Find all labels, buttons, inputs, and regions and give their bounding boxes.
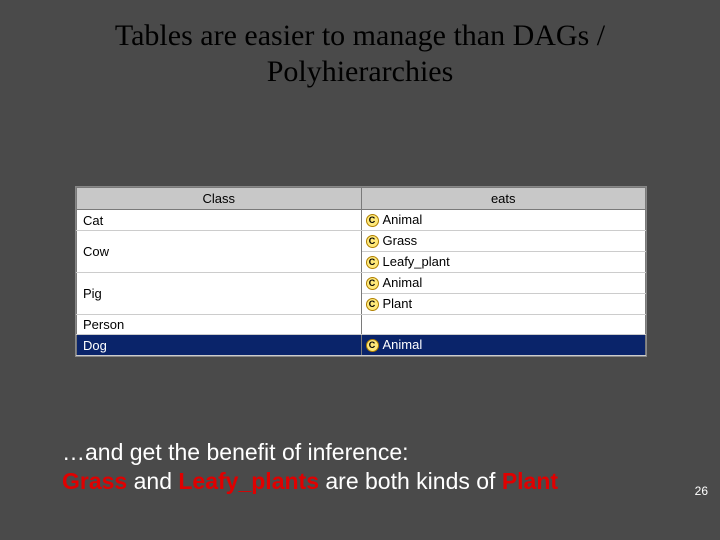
class-icon: C — [366, 235, 379, 248]
table-row[interactable]: Cow C Grass — [77, 231, 646, 252]
class-cell: Cat — [77, 210, 362, 231]
eats-value: Grass — [383, 233, 418, 249]
class-cell: Person — [77, 315, 362, 335]
eats-cell: C Grass — [361, 231, 646, 252]
footer-text: …and get the benefit of inference: Grass… — [62, 438, 690, 496]
footer-lead: …and get the benefit of inference: — [62, 439, 409, 465]
class-icon: C — [366, 339, 379, 352]
eats-cell: C Leafy_plant — [361, 252, 646, 273]
column-header-class[interactable]: Class — [77, 188, 362, 210]
eats-value: Plant — [383, 296, 413, 312]
table-row[interactable]: Cat C Animal — [77, 210, 646, 231]
table-row[interactable]: Person — [77, 315, 646, 335]
class-cell: Pig — [77, 273, 362, 315]
footer-and: and — [127, 468, 178, 494]
class-cell: Cow — [77, 231, 362, 273]
footer-plant: Plant — [502, 468, 558, 494]
column-header-eats[interactable]: eats — [361, 188, 646, 210]
slide-title: Tables are easier to manage than DAGs / … — [0, 0, 720, 90]
page-number: 26 — [695, 484, 708, 498]
footer-mid: are both kinds of — [319, 468, 502, 494]
title-line-1: Tables are easier to manage than DAGs / — [115, 19, 605, 52]
eats-cell — [361, 315, 646, 335]
footer-grass: Grass — [62, 468, 127, 494]
eats-cell: C Animal — [361, 335, 646, 356]
class-icon: C — [366, 277, 379, 290]
eats-value: Animal — [383, 212, 423, 228]
table-row[interactable]: Dog C Animal — [77, 335, 646, 356]
eats-value: Animal — [383, 275, 423, 291]
eats-cell: C Plant — [361, 294, 646, 315]
eats-cell: C Animal — [361, 273, 646, 294]
table-row[interactable]: Pig C Animal — [77, 273, 646, 294]
class-icon: C — [366, 256, 379, 269]
class-icon: C — [366, 298, 379, 311]
footer-leafy: Leafy_plants — [178, 468, 319, 494]
eats-value: Leafy_plant — [383, 254, 450, 270]
class-cell: Dog — [77, 335, 362, 356]
class-icon: C — [366, 214, 379, 227]
title-line-2: Polyhierarchies — [267, 55, 454, 88]
eats-value: Animal — [383, 337, 423, 353]
class-eats-table: Class eats Cat C Animal Co — [75, 186, 647, 357]
eats-cell: C Animal — [361, 210, 646, 231]
